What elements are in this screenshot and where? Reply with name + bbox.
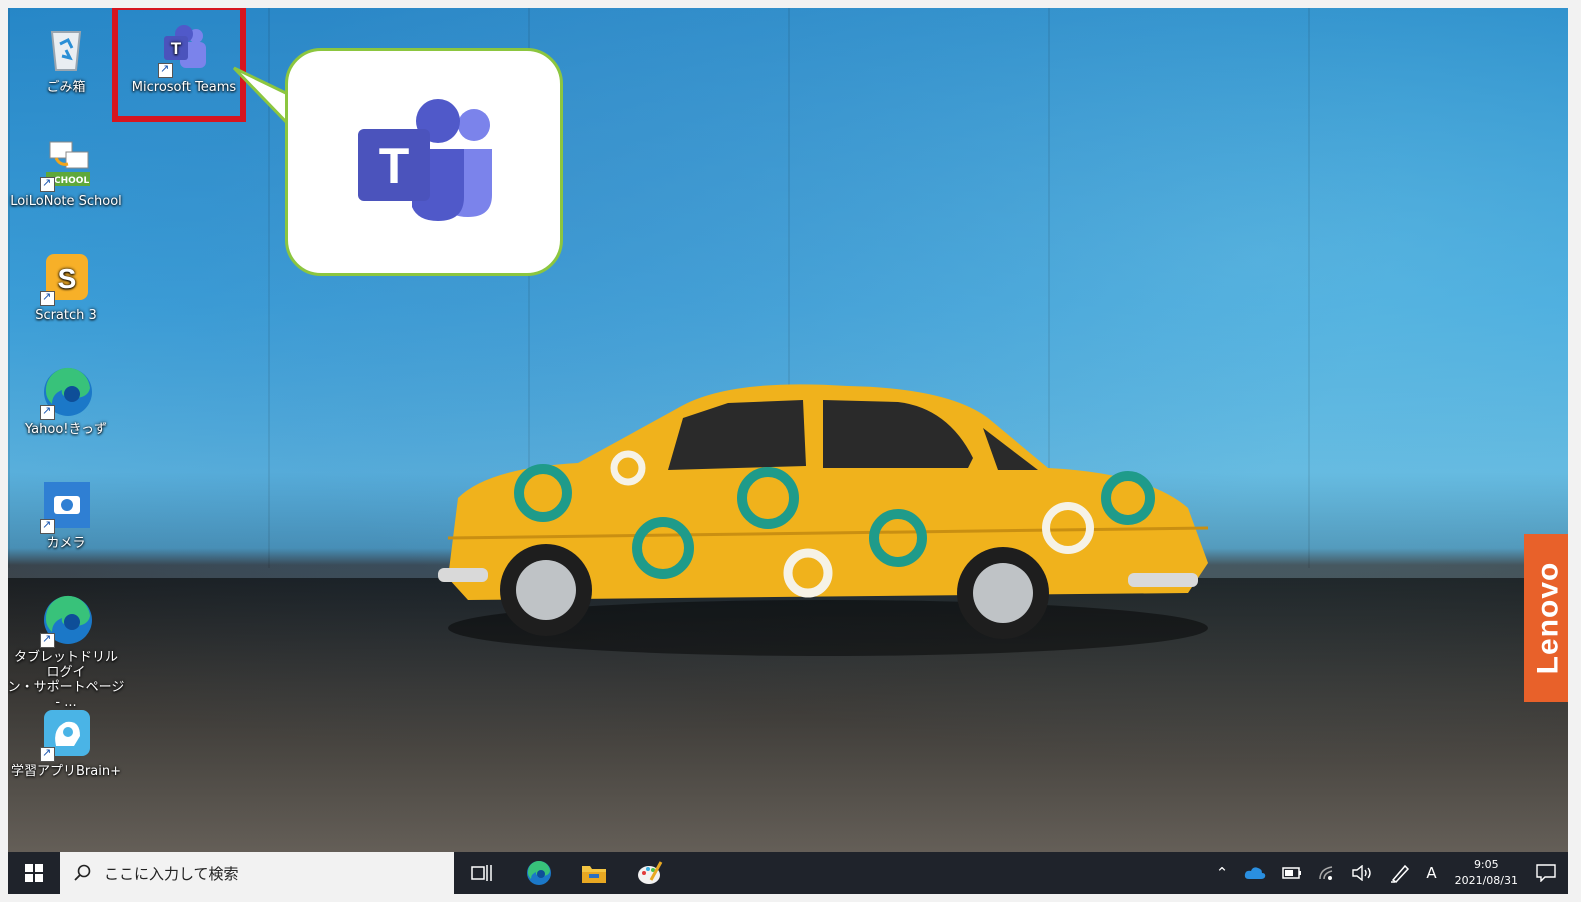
brain-plus-icon [38, 706, 94, 762]
notification-icon [1536, 864, 1556, 882]
edge-icon [527, 860, 551, 885]
pen-workspace-button[interactable] [1382, 863, 1418, 883]
shortcut-arrow-icon [40, 517, 55, 534]
show-hidden-icons-button[interactable]: ⌃ [1208, 864, 1237, 882]
desktop-icon-yahoo-kids[interactable]: Yahoo!きっず [8, 364, 126, 437]
desktop-icon-label: Scratch 3 [35, 308, 97, 323]
desktop-icon-label: ごみ箱 [46, 80, 86, 95]
scratch-icon: S [38, 250, 94, 306]
loilonote-badge-text: CHOOL [54, 176, 90, 186]
search-placeholder: ここに入力して検索 [104, 864, 239, 883]
recycle-bin-icon [38, 22, 94, 78]
windows-logo-icon [25, 864, 43, 882]
desktop-icon-label: LoiLoNote School [10, 194, 122, 209]
system-tray: ⌃ A 9:05 2021/08/31 [1208, 852, 1568, 894]
yellow-car-image [438, 384, 1209, 656]
desktop-icon-brain-plus[interactable]: 学習アプリBrain+ [8, 706, 126, 779]
shortcut-arrow-icon [40, 403, 55, 420]
ime-mode-button[interactable]: A [1418, 864, 1444, 882]
onedrive-button[interactable] [1236, 866, 1274, 880]
search-icon [74, 864, 91, 881]
teams-icon: T [358, 99, 492, 221]
clock-date: 2021/08/31 [1454, 874, 1518, 887]
desktop-icon-camera[interactable]: カメラ [8, 478, 126, 551]
ime-mode-label: A [1426, 864, 1437, 882]
lenovo-brand-label: Lenovo [1531, 561, 1565, 675]
clock-time: 9:05 [1473, 858, 1499, 871]
clock[interactable]: 9:05 2021/08/31 [1445, 857, 1528, 889]
desktop-icon-label: 学習アプリBrain+ [11, 764, 121, 779]
svg-text:T: T [379, 138, 410, 194]
paint-icon [638, 861, 663, 884]
camera-icon [38, 478, 94, 534]
taskbar-paint-button[interactable] [622, 852, 678, 894]
action-center-button[interactable] [1528, 864, 1568, 882]
file-explorer-icon [582, 866, 606, 883]
desktop-icon-label: カメラ [46, 536, 86, 551]
task-view-button[interactable] [454, 852, 510, 894]
shortcut-arrow-icon [40, 175, 55, 192]
battery-icon [1282, 867, 1302, 879]
loilonote-icon: CHOOL [38, 136, 94, 192]
network-button[interactable] [1310, 865, 1344, 881]
chevron-up-icon: ⌃ [1215, 864, 1229, 882]
battery-button[interactable] [1274, 867, 1310, 879]
desktop-icon-loilonote[interactable]: CHOOL LoiLoNote School [8, 136, 126, 209]
desktop-screen: ごみ箱 T Microsoft Teams CHOOL Lo [8, 8, 1568, 894]
start-button[interactable] [8, 852, 60, 894]
wifi-icon [1319, 866, 1333, 880]
taskbar-file-explorer-button[interactable] [566, 852, 622, 894]
svg-text:S: S [58, 263, 77, 294]
taskbar-edge-button[interactable] [510, 852, 566, 894]
desktop-icon-label: Yahoo!きっず [25, 422, 107, 437]
onedrive-cloud-icon [1245, 867, 1266, 879]
teams-highlight-box [112, 8, 246, 122]
lenovo-brand-tag: Lenovo [1524, 534, 1568, 702]
edge-icon [38, 364, 94, 420]
edge-icon [38, 592, 94, 648]
teams-callout: T [285, 48, 563, 276]
shortcut-arrow-icon [40, 745, 55, 762]
pen-icon [1391, 864, 1410, 883]
desktop-icon-label-line1: タブレットドリル ログイ [13, 650, 118, 680]
taskbar-search-box[interactable]: ここに入力して検索 [60, 852, 454, 894]
shortcut-arrow-icon [40, 631, 55, 648]
volume-button[interactable] [1344, 865, 1382, 881]
desktop-icon-recycle-bin[interactable]: ごみ箱 [8, 22, 126, 95]
shortcut-arrow-icon [40, 289, 55, 306]
desktop-icon-tablet-drill[interactable]: タブレットドリル ログイ ン・サポートページ - ... [8, 592, 126, 710]
speaker-icon [1352, 865, 1372, 881]
task-view-icon [471, 865, 492, 881]
taskbar: ここに入力して検索 ⌃ A 9:05 2021/08/31 [8, 852, 1568, 894]
desktop-icon-scratch[interactable]: S Scratch 3 [8, 250, 126, 323]
